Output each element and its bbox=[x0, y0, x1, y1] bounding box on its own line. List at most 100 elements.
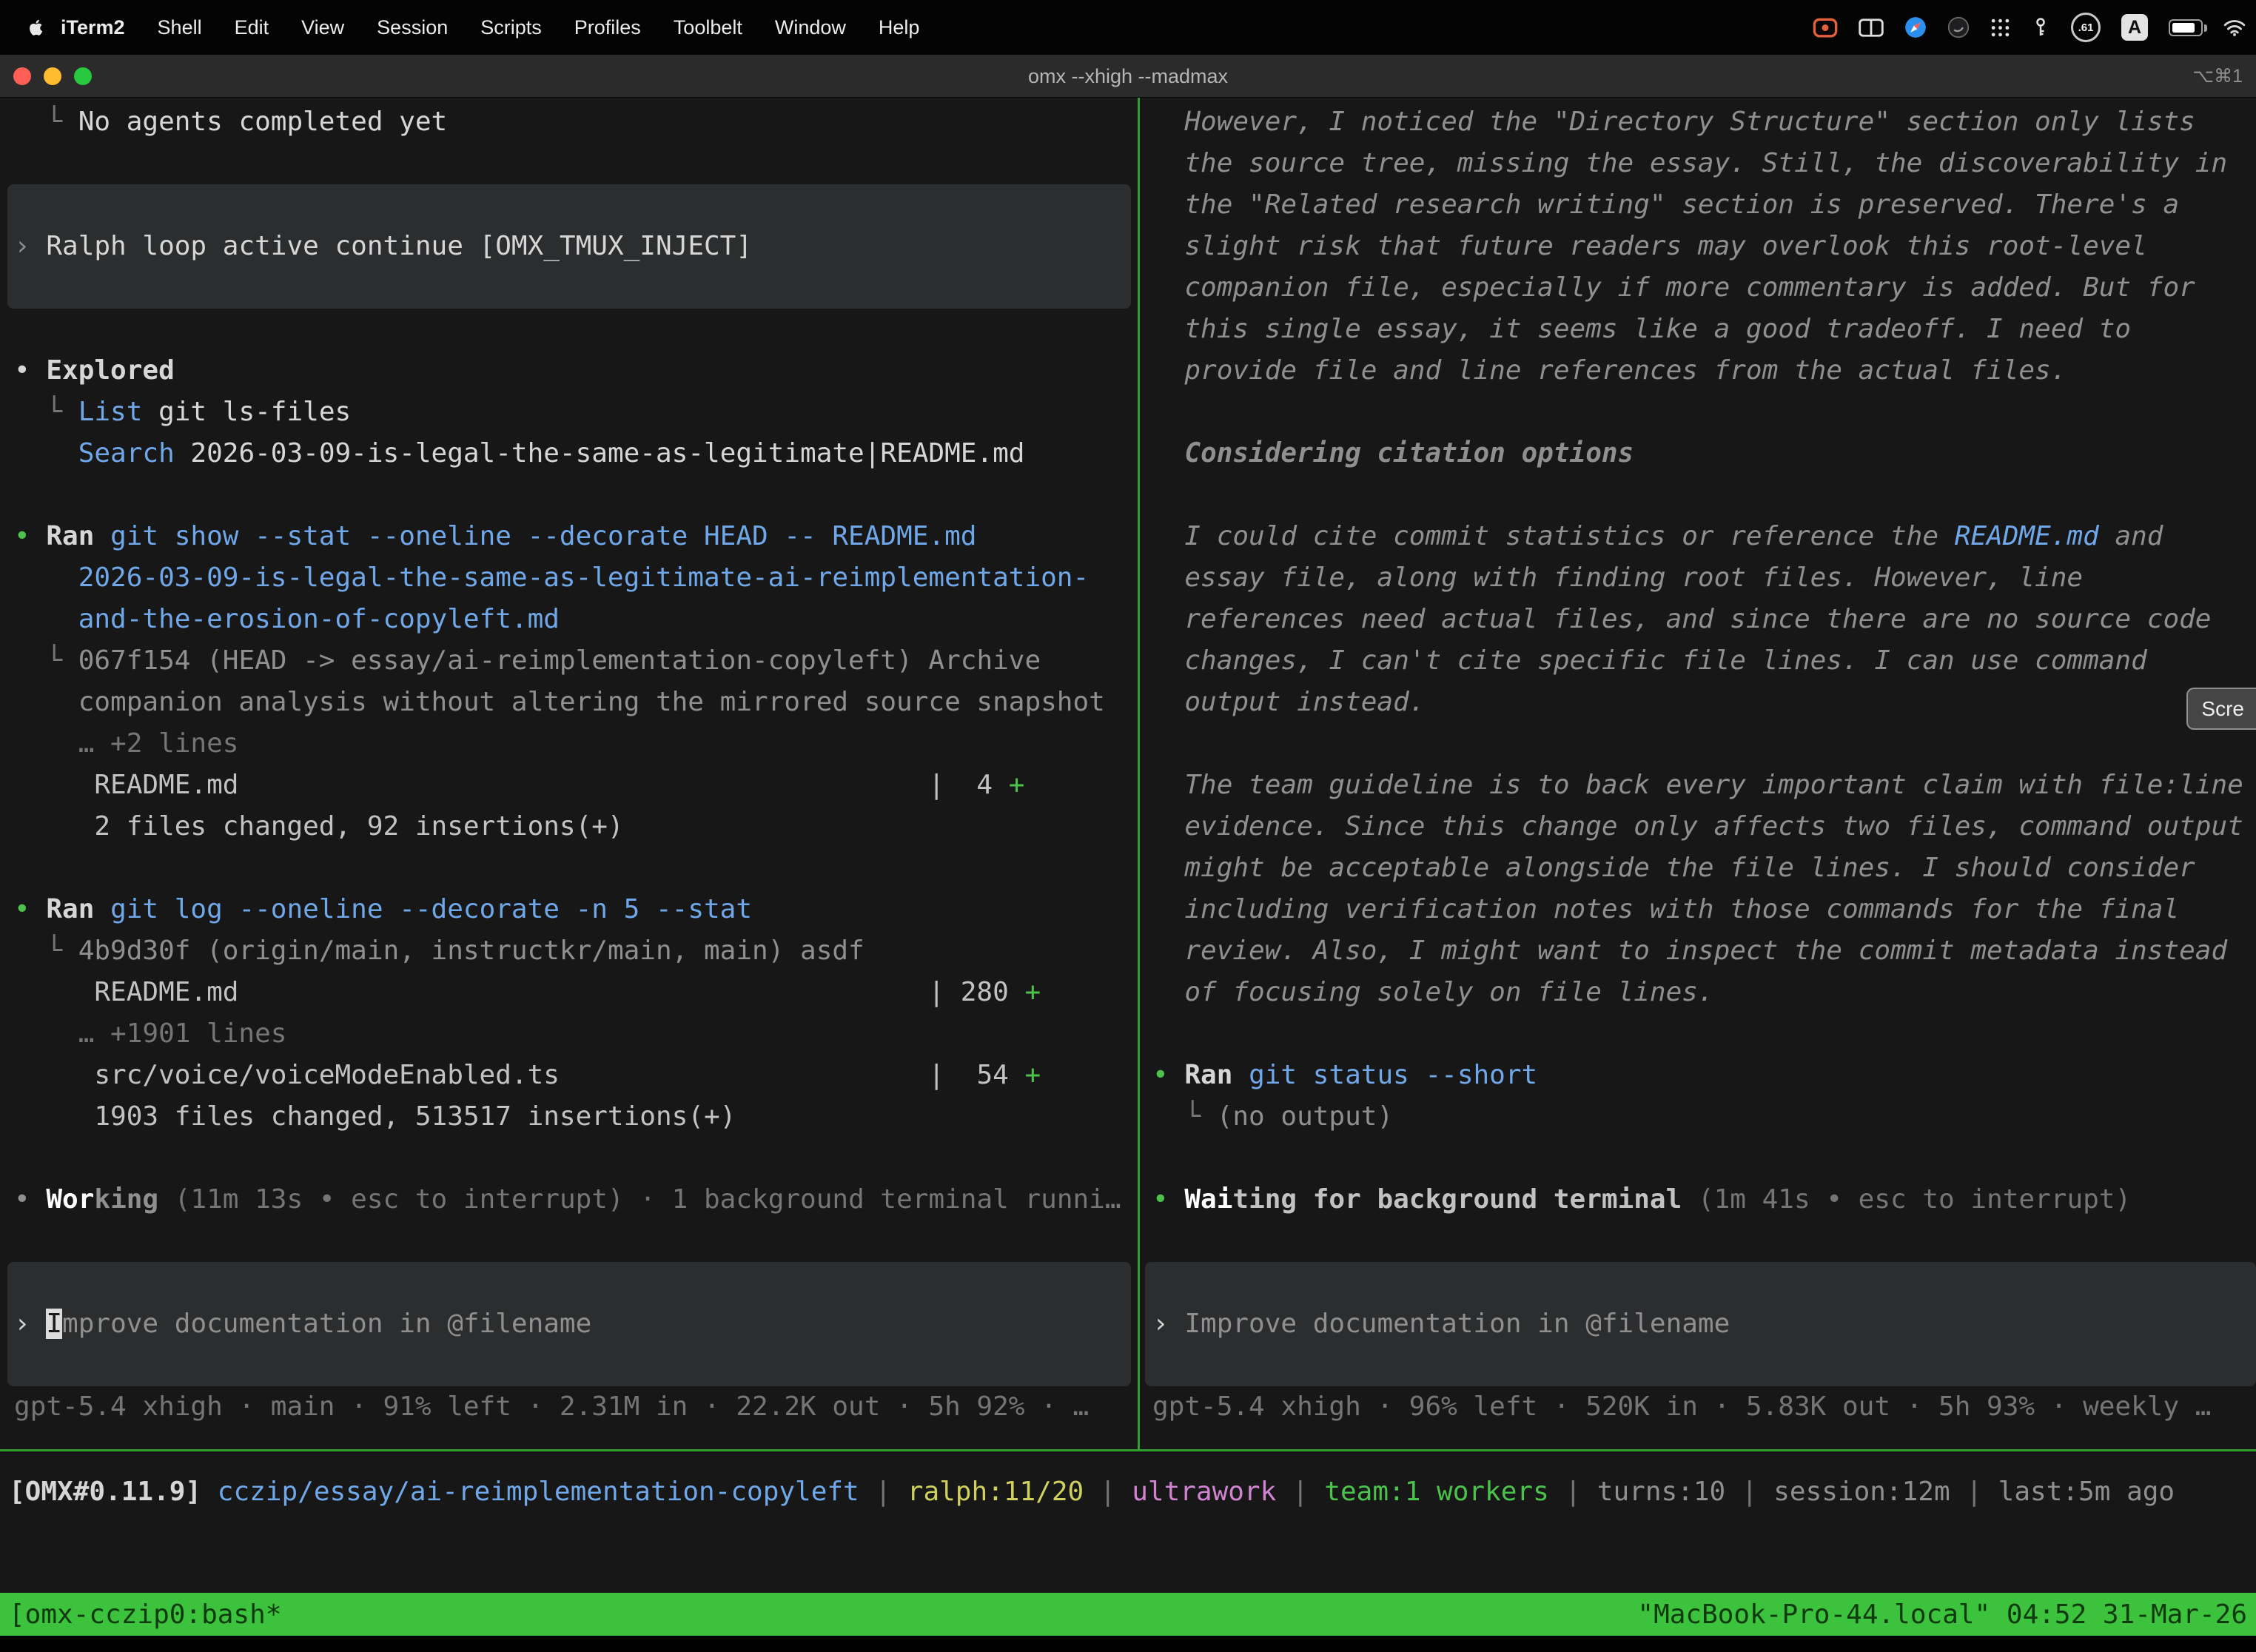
terminal-line: essay file, along with finding root file… bbox=[1152, 557, 2083, 599]
text-segment: git log --oneline --decorate -n 5 --stat bbox=[94, 894, 752, 924]
menu-item-window[interactable]: Window bbox=[759, 16, 862, 39]
terminal-line: slight risk that future readers may over… bbox=[1152, 226, 2147, 267]
text-segment: However, I noticed the "Directory Struct… bbox=[1152, 107, 2195, 137]
terminal-line: However, I noticed the "Directory Struct… bbox=[1152, 101, 2195, 143]
terminal-line: • Ran git status --short bbox=[1152, 1055, 1537, 1096]
terminal-line: the source tree, missing the essay. Stil… bbox=[1152, 143, 2227, 184]
terminal-line: changes, I can't cite specific file line… bbox=[1152, 640, 2147, 682]
app-circle-icon[interactable] bbox=[1947, 16, 1970, 38]
terminal-line: including verification notes with those … bbox=[1152, 889, 2179, 930]
terminal-line: • Ran git log --oneline --decorate -n 5 … bbox=[14, 889, 752, 930]
input-source-icon[interactable]: A bbox=[2121, 14, 2148, 41]
window-title-bar[interactable]: omx --xhigh --madmax ⌥⌘1 bbox=[0, 55, 2256, 98]
menu-item-profiles[interactable]: Profiles bbox=[558, 16, 657, 39]
text-segment: └ bbox=[14, 107, 78, 137]
text-segment: Ran bbox=[46, 521, 94, 551]
text-segment: references need actual files, and since … bbox=[1152, 604, 2211, 634]
text-segment: | bbox=[859, 1477, 907, 1507]
screen-recording-icon[interactable] bbox=[1813, 18, 1838, 38]
text-segment: └ bbox=[14, 936, 78, 966]
text-segment: 067f154 (HEAD -> essay/ai-reimplementati… bbox=[78, 645, 1041, 676]
text-segment: I bbox=[46, 1309, 62, 1339]
text-segment: + bbox=[1009, 770, 1025, 800]
tmux-session-window: [omx-cczip0:bash* bbox=[9, 1599, 281, 1630]
window-shortcut-badge: ⌥⌘1 bbox=[2192, 55, 2243, 98]
menu-item-help[interactable]: Help bbox=[862, 16, 936, 39]
terminal-line: this single essay, it seems like a good … bbox=[1152, 309, 2131, 350]
terminal-line: references need actual files, and since … bbox=[1152, 599, 2211, 640]
left-pane[interactable]: └ No agents completed yet › Ralph loop ac… bbox=[0, 98, 1138, 1449]
dots-grid-icon[interactable] bbox=[1990, 18, 2010, 38]
right-pane[interactable]: However, I noticed the "Directory Struct… bbox=[1140, 98, 2256, 1449]
terminal-line: └ (no output) bbox=[1152, 1096, 1393, 1138]
text-segment: of focusing solely on file lines. bbox=[1152, 977, 1714, 1007]
text-segment: git show --stat --oneline --decorate HEA… bbox=[94, 521, 976, 551]
text-segment: Improve documentation in @filename bbox=[1184, 1309, 1730, 1339]
text-segment: git status --short bbox=[1232, 1060, 1537, 1090]
menu-items: iTerm2ShellEditViewSessionScriptsProfile… bbox=[44, 16, 936, 39]
text-segment: companion analysis without altering the … bbox=[14, 687, 1105, 717]
menu-item-iterm2[interactable]: iTerm2 bbox=[44, 16, 141, 39]
terminal-line: Search 2026-03-09-is-legal-the-same-as-l… bbox=[14, 433, 1024, 474]
terminal-line: the "Related research writing" section i… bbox=[1152, 184, 2179, 226]
apple-icon bbox=[25, 17, 44, 38]
terminal-line: └ No agents completed yet bbox=[14, 101, 447, 143]
prompt-input[interactable]: › Improve documentation in @filename bbox=[1152, 1303, 1730, 1345]
text-segment bbox=[14, 438, 78, 469]
text-segment: might be acceptable alongside the file l… bbox=[1152, 853, 2195, 883]
text-segment: | 54 bbox=[560, 1060, 1025, 1090]
text-segment: (1m 41s • esc to interrupt) bbox=[1682, 1184, 2131, 1215]
tmux-session-window[interactable]: [omx-cczip0:bash* bbox=[9, 1599, 281, 1630]
text-segment: … +2 lines bbox=[14, 728, 238, 759]
key-icon[interactable] bbox=[2031, 16, 2050, 38]
menu-item-session[interactable]: Session bbox=[360, 16, 464, 39]
terminal[interactable]: └ No agents completed yet › Ralph loop ac… bbox=[0, 98, 2256, 1636]
text-segment: provide file and line references from th… bbox=[1152, 355, 2067, 386]
text-segment: this single essay, it seems like a good … bbox=[1152, 314, 2131, 344]
text-segment: src/voice/voiceModeEnabled.ts bbox=[14, 1060, 560, 1090]
text-segment: └ bbox=[14, 397, 78, 427]
text-segment: I could cite commit statistics or refere… bbox=[1152, 521, 1955, 551]
text-segment: › bbox=[14, 1309, 46, 1339]
omx-mode: ultrawork bbox=[1132, 1477, 1276, 1507]
text-segment: • bbox=[1152, 1060, 1184, 1090]
wifi-icon[interactable] bbox=[2223, 19, 2246, 36]
thinking-heading: Considering citation options bbox=[1152, 433, 1634, 474]
terminal-line: └ List git ls-files bbox=[14, 392, 351, 433]
menu-item-view[interactable]: View bbox=[285, 16, 360, 39]
text-segment: | bbox=[1084, 1477, 1132, 1507]
working-status-line: • Working (11m 13s • esc to interrupt) ·… bbox=[14, 1179, 1121, 1220]
omx-last: last:5m ago bbox=[1998, 1477, 2175, 1507]
text-segment: No agents completed yet bbox=[78, 107, 448, 137]
text-segment: review. Also, I might want to inspect th… bbox=[1152, 936, 2227, 966]
omx-version: [OMX#0.11.9] bbox=[9, 1477, 201, 1507]
terminal-line: • Ran git show --stat --oneline --decora… bbox=[14, 516, 976, 557]
text-segment: Explored bbox=[46, 355, 174, 386]
text-segment: slight risk that future readers may over… bbox=[1152, 231, 2147, 261]
model-status-line: gpt-5.4 xhigh · main · 91% left · 2.31M … bbox=[14, 1386, 1089, 1428]
menu-item-edit[interactable]: Edit bbox=[218, 16, 286, 39]
prompt-input[interactable]: › Improve documentation in @filename bbox=[14, 1303, 591, 1345]
cpu-badge-icon[interactable]: .61 bbox=[2071, 13, 2101, 42]
text-segment: Ralph loop active continue [OMX_TMUX_INJ… bbox=[46, 231, 752, 261]
menu-item-scripts[interactable]: Scripts bbox=[464, 16, 558, 39]
terminal-line: └ 4b9d30f (origin/main, instructkr/main,… bbox=[14, 930, 865, 972]
text-segment: README.md bbox=[14, 977, 238, 1007]
text-segment: └ bbox=[14, 645, 78, 676]
menu-item-toolbelt[interactable]: Toolbelt bbox=[657, 16, 759, 39]
terminal-line: I could cite commit statistics or refere… bbox=[1152, 516, 2163, 557]
text-segment: › bbox=[14, 231, 46, 261]
omx-status-line: [OMX#0.11.9] cczip/essay/ai-reimplementa… bbox=[9, 1471, 2175, 1513]
safari-icon[interactable] bbox=[1904, 16, 1927, 38]
terminal-line: might be acceptable alongside the file l… bbox=[1152, 847, 2195, 889]
menu-bar: iTerm2ShellEditViewSessionScriptsProfile… bbox=[0, 0, 2256, 55]
terminal-line: companion file, especially if more comme… bbox=[1152, 267, 2195, 309]
pane-divider-horizontal[interactable] bbox=[0, 1449, 2256, 1451]
window-tiles-icon[interactable] bbox=[1859, 19, 1884, 37]
menu-item-shell[interactable]: Shell bbox=[141, 16, 218, 39]
terminal-line: 2026-03-09-is-legal-the-same-as-legitima… bbox=[14, 557, 1089, 599]
battery-icon[interactable] bbox=[2169, 19, 2203, 36]
text-segment: | bbox=[1950, 1477, 1998, 1507]
text-segment: essay file, along with finding root file… bbox=[1152, 563, 2083, 593]
apple-menu[interactable] bbox=[25, 17, 44, 38]
